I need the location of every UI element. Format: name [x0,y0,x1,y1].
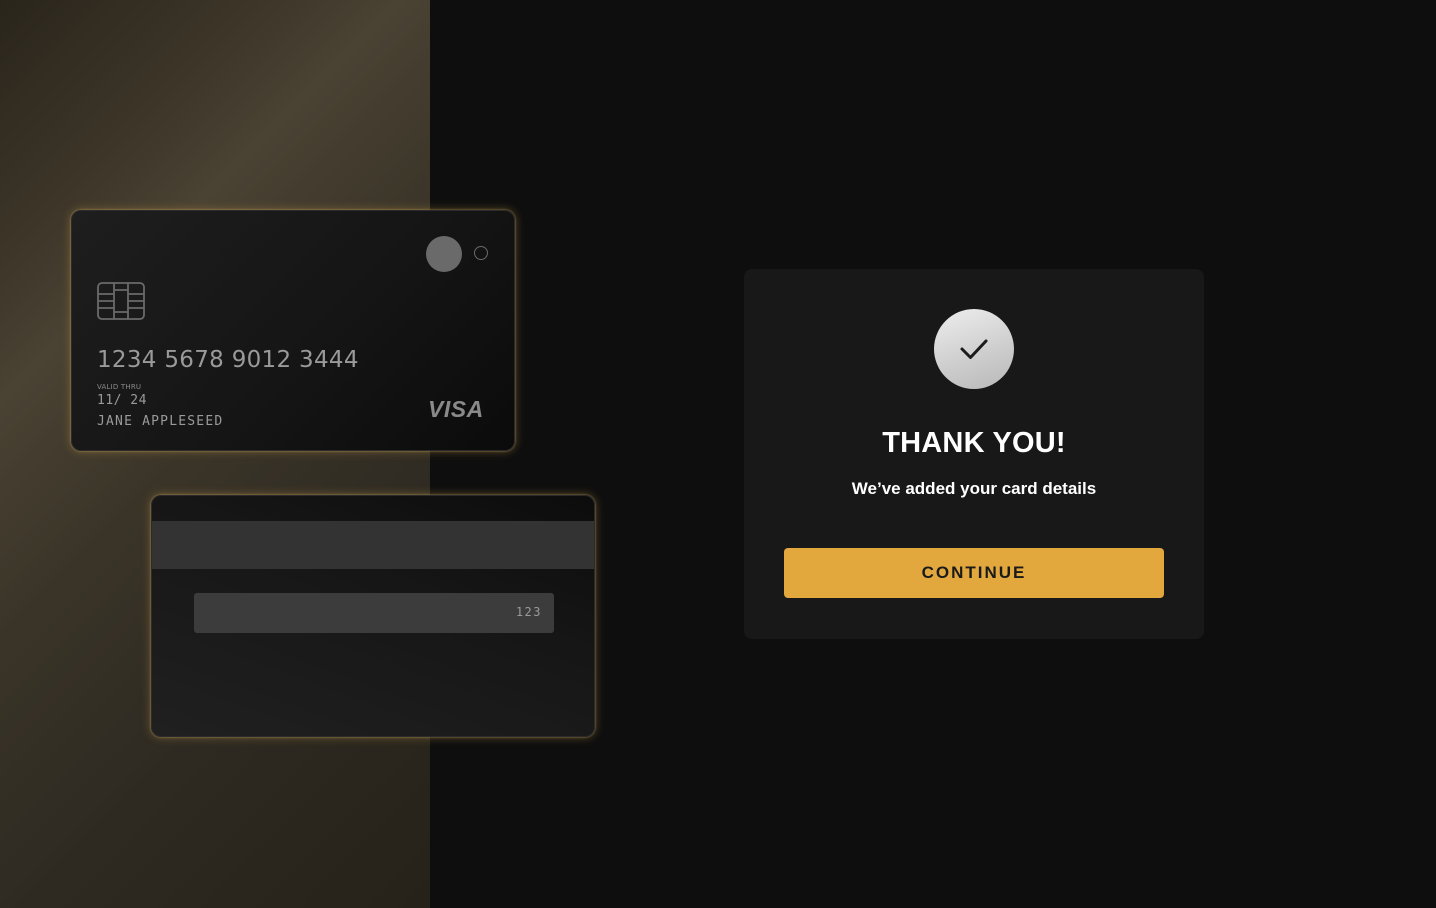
thank-you-heading: THANK YOU! [882,427,1066,459]
magnetic-stripe [152,521,594,569]
card-preview-background [0,0,430,908]
card-front: 1234 5678 9012 3444 VALID THRU 11/ 24 JA… [71,210,515,451]
checkmark-icon [960,339,988,359]
page: 1234 5678 9012 3444 VALID THRU 11/ 24 JA… [0,0,1436,908]
confirmation-message: We’ve added your card details [851,479,1097,498]
card-back: 123 [151,495,595,737]
valid-thru-label: VALID THRU [97,383,142,391]
card-chip-icon [97,282,145,320]
confirmation-panel: THANK YOU! We’ve added your card details… [744,269,1204,639]
card-logo-filled-circle-icon [426,236,462,272]
card-cvv: 123 [515,605,542,619]
visa-logo: VISA [428,396,484,422]
card-number: 1234 5678 9012 3444 [97,347,359,373]
card-holder-name: JANE APPLESEED [97,414,224,429]
continue-button[interactable]: CONTINUE [784,548,1164,598]
card-logo-outline-circle-icon [474,246,488,260]
signature-strip: 123 [194,593,554,633]
card-expiry: 11/ 24 [97,393,147,408]
success-badge [934,309,1014,389]
